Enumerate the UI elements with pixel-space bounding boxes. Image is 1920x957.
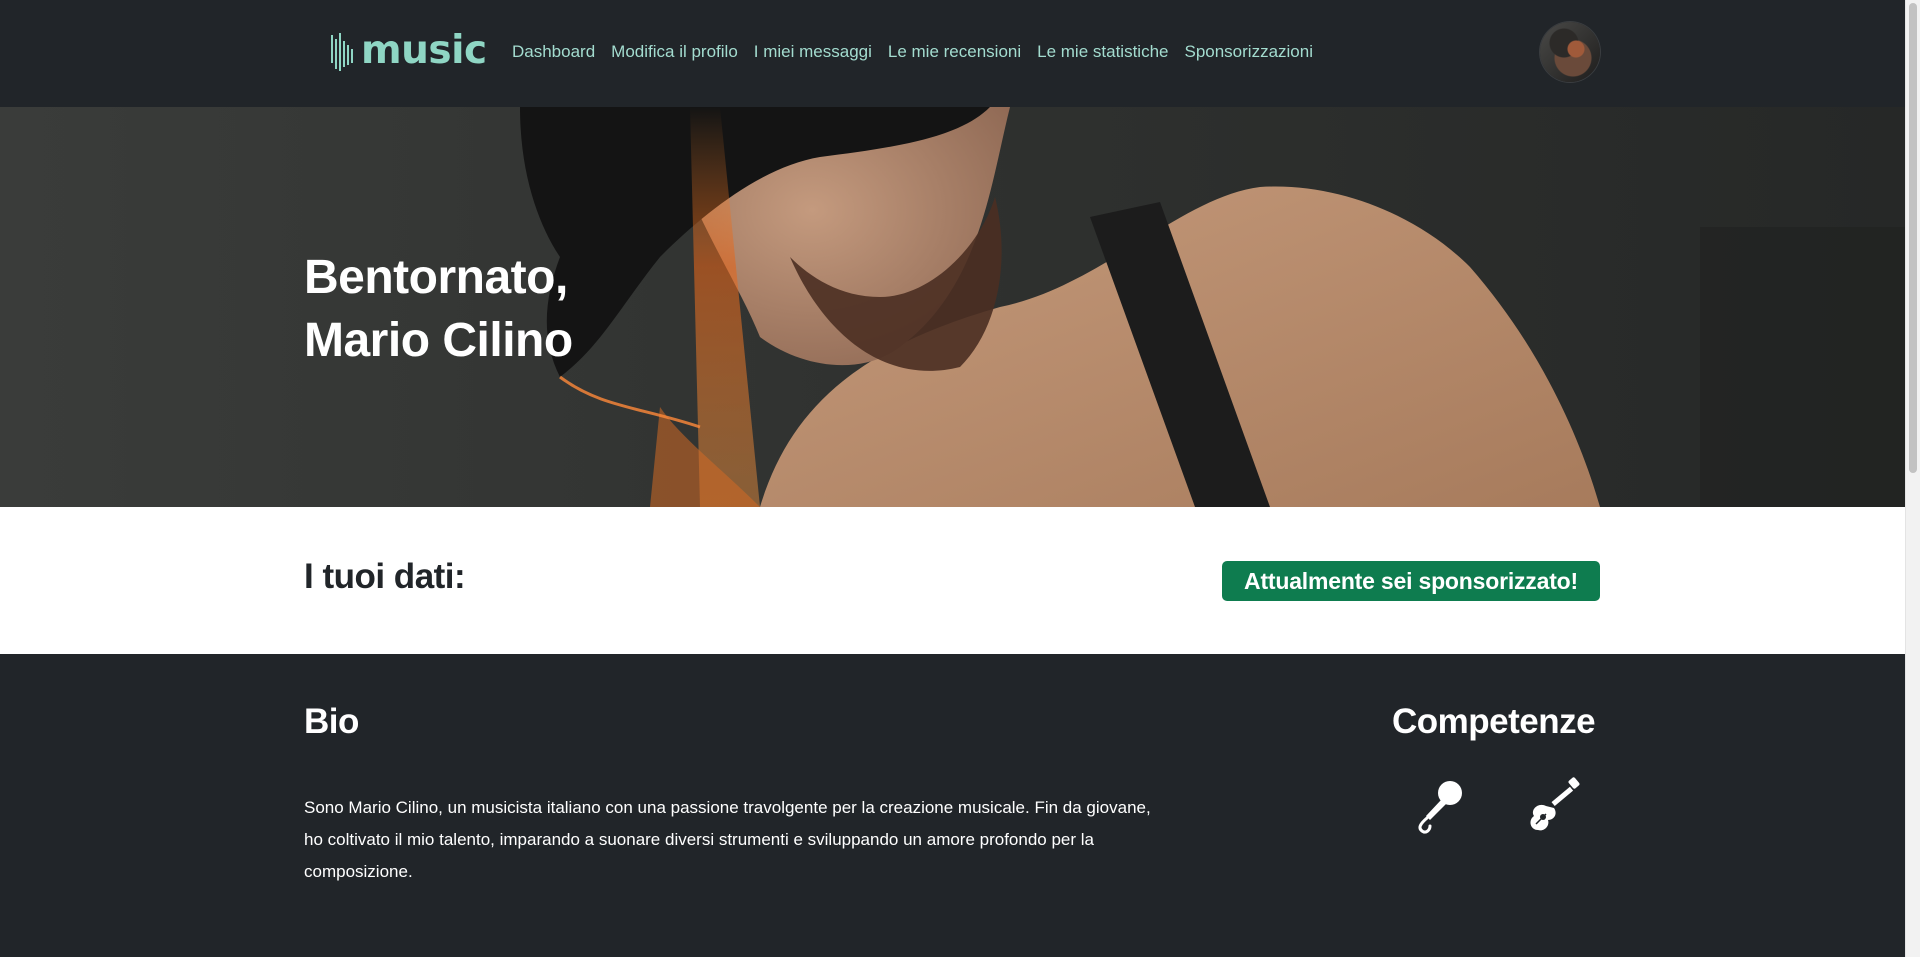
section-title: I tuoi dati: bbox=[304, 557, 466, 596]
hero-banner: Bentornato, Mario Cilino bbox=[0, 107, 1905, 507]
brand-name: music bbox=[361, 27, 487, 73]
nav-menu: Dashboard Modifica il profilo I miei mes… bbox=[512, 42, 1329, 62]
welcome-line-2: Mario Cilino bbox=[304, 314, 573, 367]
nav-link-statistics[interactable]: Le mie statistiche bbox=[1037, 42, 1168, 62]
user-data-section: I tuoi dati: Attualmente sei sponsorizza… bbox=[0, 507, 1905, 654]
welcome-line-1: Bentornato, bbox=[304, 251, 568, 304]
bio-section: Bio Sono Mario Cilino, un musicista ital… bbox=[0, 654, 1905, 957]
nav-link-dashboard[interactable]: Dashboard bbox=[512, 42, 595, 62]
bio-heading: Bio bbox=[304, 702, 359, 741]
nav-link-reviews[interactable]: Le mie recensioni bbox=[888, 42, 1021, 62]
scrollbar-thumb[interactable] bbox=[1909, 3, 1917, 473]
nav-link-edit-profile[interactable]: Modifica il profilo bbox=[611, 42, 738, 62]
guitar-icon bbox=[1530, 777, 1580, 831]
nav-link-messages[interactable]: I miei messaggi bbox=[754, 42, 872, 62]
bio-text: Sono Mario Cilino, un musicista italiano… bbox=[304, 798, 1151, 881]
hero-background-image bbox=[0, 107, 1905, 507]
sponsor-status-badge: Attualmente sei sponsorizzato! bbox=[1222, 561, 1600, 601]
nav-link-sponsorships[interactable]: Sponsorizzazioni bbox=[1184, 42, 1313, 62]
microphone-icon bbox=[1418, 781, 1462, 834]
navbar: music Dashboard Modifica il profilo I mi… bbox=[0, 0, 1905, 107]
brand-logo[interactable]: music bbox=[331, 27, 487, 73]
skills-heading: Competenze bbox=[1392, 702, 1596, 741]
page-scrollbar[interactable] bbox=[1905, 0, 1920, 957]
soundwave-icon bbox=[331, 33, 353, 71]
welcome-heading: Bentornato, Mario Cilino bbox=[304, 246, 573, 372]
user-avatar[interactable] bbox=[1540, 22, 1600, 82]
page: music Dashboard Modifica il profilo I mi… bbox=[0, 0, 1905, 957]
